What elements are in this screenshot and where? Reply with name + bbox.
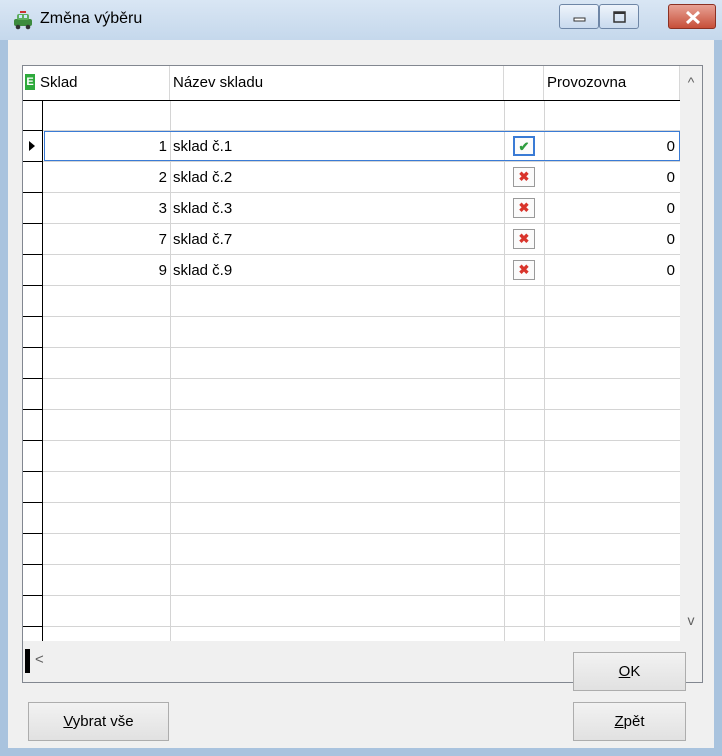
close-icon	[685, 10, 701, 25]
maximize-button[interactable]	[599, 4, 639, 29]
checkbox-unchecked-icon[interactable]: ✖	[513, 229, 535, 249]
dialog-window: Změna výběru E Sklad Název skladu Provoz…	[0, 0, 722, 756]
scroll-left-icon[interactable]: <	[35, 651, 44, 668]
indicator-gridline	[23, 626, 43, 627]
scroll-position-marker	[25, 649, 30, 673]
row-gridline	[23, 502, 680, 503]
indicator-gridline	[23, 223, 43, 224]
row-gridline	[23, 347, 680, 348]
grid-header-marker: E	[25, 74, 35, 90]
indicator-gridline	[23, 533, 43, 534]
column-header-sklad[interactable]: Sklad	[37, 66, 170, 101]
col-divider	[504, 101, 505, 641]
col-divider	[170, 101, 171, 641]
ok-label: K	[630, 663, 641, 680]
indicator-gridline	[23, 564, 43, 565]
cell-provozovna: 0	[666, 138, 675, 155]
cell-provozovna: 0	[666, 169, 675, 186]
window-title: Změna výběru	[40, 10, 143, 27]
cell-nazev: sklad č.7	[173, 231, 233, 248]
dialog-body: E Sklad Název skladu Provozovna 1 sklad …	[8, 40, 714, 748]
indicator-gridline	[23, 347, 43, 348]
ok-button[interactable]: OK	[573, 652, 686, 691]
row-gridline	[23, 378, 680, 379]
cell-nazev: sklad č.3	[173, 200, 233, 217]
cell-sklad: 2	[158, 169, 167, 186]
row-gridline	[23, 409, 680, 410]
checkbox-checked-icon[interactable]: ✔	[513, 136, 535, 156]
indicator-gridline	[23, 161, 43, 162]
close-button[interactable]	[668, 4, 716, 29]
column-header-nazev[interactable]: Název skladu	[170, 66, 504, 101]
cell-sklad: 3	[158, 200, 167, 217]
col-divider	[544, 101, 545, 641]
cell-nazev: sklad č.1	[173, 138, 233, 155]
indicator-gridline	[23, 409, 43, 410]
row-gridline	[23, 471, 680, 472]
checkbox-unchecked-icon[interactable]: ✖	[513, 198, 535, 218]
indicator-gridline	[23, 192, 43, 193]
current-row-arrow-icon	[29, 141, 35, 151]
cell-sklad: 1	[158, 138, 167, 155]
row-gridline	[23, 595, 680, 596]
indicator-gridline	[23, 130, 43, 131]
row-gridline	[23, 626, 680, 627]
row-gridline	[23, 564, 680, 565]
column-header-provozovna[interactable]: Provozovna	[544, 66, 680, 101]
cell-provozovna: 0	[666, 200, 675, 217]
select-all-accel: V	[63, 713, 73, 730]
select-all-button[interactable]: Vybrat vše	[28, 702, 169, 741]
cell-sklad: 7	[158, 231, 167, 248]
ok-accel: O	[618, 663, 631, 680]
row-indicator-column	[23, 101, 43, 641]
warehouse-grid[interactable]: E Sklad Název skladu Provozovna 1 sklad …	[22, 65, 703, 683]
row-gridline	[23, 533, 680, 534]
indicator-gridline	[23, 378, 43, 379]
cell-provozovna: 0	[666, 231, 675, 248]
scroll-down-icon[interactable]: v	[680, 612, 702, 628]
minimize-button[interactable]	[559, 4, 599, 29]
checkbox-unchecked-icon[interactable]: ✖	[513, 260, 535, 280]
select-all-label: ybrat vše	[72, 713, 134, 730]
indicator-gridline	[23, 316, 43, 317]
maximize-icon	[613, 11, 626, 23]
indicator-gridline	[23, 285, 43, 286]
header-divider	[23, 100, 680, 101]
cell-nazev: sklad č.9	[173, 262, 233, 279]
title-bar[interactable]: Změna výběru	[0, 0, 722, 40]
back-accel: Z	[614, 713, 624, 730]
back-button[interactable]: Zpět	[573, 702, 686, 741]
minimize-icon	[573, 17, 586, 22]
indicator-gridline	[23, 471, 43, 472]
indicator-gridline	[23, 440, 43, 441]
row-gridline	[23, 440, 680, 441]
cell-nazev: sklad č.2	[173, 169, 233, 186]
row-gridline	[23, 316, 680, 317]
app-car-icon	[14, 11, 32, 30]
checkbox-unchecked-icon[interactable]: ✖	[513, 167, 535, 187]
back-label: pět	[623, 713, 645, 730]
column-header-check[interactable]	[504, 66, 544, 101]
indicator-gridline	[23, 254, 43, 255]
indicator-gridline	[23, 502, 43, 503]
scroll-up-icon[interactable]: ^	[680, 74, 702, 90]
vertical-scrollbar[interactable]: ^ v	[680, 66, 702, 641]
cell-provozovna: 0	[666, 262, 675, 279]
cell-sklad: 9	[158, 262, 167, 279]
indicator-gridline	[23, 595, 43, 596]
